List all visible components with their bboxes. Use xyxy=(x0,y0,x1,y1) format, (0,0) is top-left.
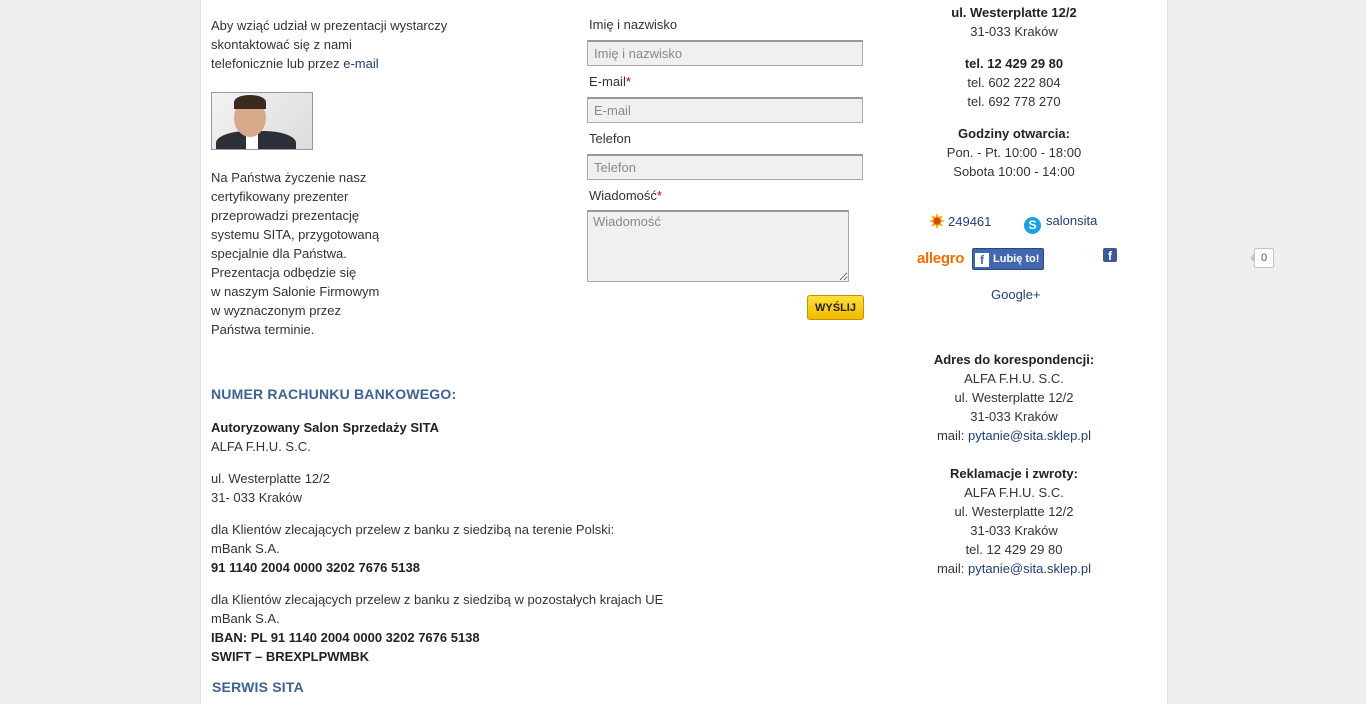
mail-prefix: mail: xyxy=(936,428,968,443)
correspondence-company: ALFA F.H.U. S.C. xyxy=(964,371,1064,386)
main-phone: tel. 12 429 29 80 xyxy=(964,56,1064,71)
send-button[interactable]: WYŚLIJ xyxy=(807,295,864,320)
offer-line: w naszym Salonie Firmowym xyxy=(211,284,380,299)
offer-line: Państwa terminie. xyxy=(211,322,315,337)
eu-iban: IBAN: PL 91 1140 2004 0000 3202 7676 513… xyxy=(211,630,480,645)
offer-line: Na Państwa życzenie nasz xyxy=(211,170,367,185)
mobile-phone-1: tel. 602 222 804 xyxy=(967,75,1061,90)
opening-hours-heading: Godziny otwarcia: xyxy=(958,126,1070,141)
message-label: Wiadomość* xyxy=(589,188,662,203)
allegro-link[interactable]: allegro xyxy=(917,250,964,267)
returns-phone: tel. 12 429 29 80 xyxy=(965,542,1063,557)
bank-eu-block: dla Klientów zlecających przelew z banku… xyxy=(211,590,731,666)
mail-prefix: mail: xyxy=(936,561,968,576)
gadu-gadu-icon xyxy=(929,213,945,229)
photo-hair xyxy=(234,95,266,109)
pl-note: dla Klientów zlecających przelew z banku… xyxy=(211,522,615,537)
returns-heading: Reklamacje i zwroty: xyxy=(950,466,1078,481)
correspondence-street: ul. Westerplatte 12/2 xyxy=(954,390,1074,405)
correspondence-city: 31-033 Kraków xyxy=(970,409,1058,424)
intro-line: Aby wziąć udział w prezentacji wystarczy xyxy=(211,18,448,33)
correspondence-heading: Adres do korespondencji: xyxy=(933,352,1095,367)
phone-label: Telefon xyxy=(589,131,631,146)
contact-column: ul. Westerplatte 12/2 31-033 Kraków tel.… xyxy=(911,3,1117,194)
name-input[interactable] xyxy=(587,40,863,66)
required-mark: * xyxy=(656,188,662,203)
bank-street: ul. Westerplatte 12/2 xyxy=(211,471,330,486)
offer-line: specjalnie dla Państwa. xyxy=(211,246,347,261)
contact-street: ul. Westerplatte 12/2 xyxy=(951,5,1077,20)
service-heading: SERWIS SITA xyxy=(212,679,304,695)
facebook-like-label: Lubię to! xyxy=(993,253,1040,265)
mobile-phone-2: tel. 692 778 270 xyxy=(967,94,1061,109)
gadu-gadu-contact[interactable]: 249461 xyxy=(929,213,991,229)
intro-line: skontaktować się z nami xyxy=(211,37,352,52)
contact-city: 31-033 Kraków xyxy=(970,24,1058,39)
bank-address-block: ul. Westerplatte 12/2 31- 033 Kraków xyxy=(211,469,731,507)
email-label-text: E-mail xyxy=(589,74,626,89)
returns-mail-link[interactable]: pytanie@sita.sklep.pl xyxy=(968,561,1091,576)
company-name: Autoryzowany Salon Sprzedaży SITA xyxy=(211,420,440,435)
bank-company-block: Autoryzowany Salon Sprzedaży SITA ALFA F… xyxy=(211,418,731,456)
returns-city: 31-033 Kraków xyxy=(970,523,1058,538)
bank-details: Autoryzowany Salon Sprzedaży SITA ALFA F… xyxy=(211,418,731,679)
phones-block: tel. 12 429 29 80 tel. 602 222 804 tel. … xyxy=(911,54,1117,111)
returns-block: Reklamacje i zwroty: ALFA F.H.U. S.C. ul… xyxy=(911,464,1117,578)
offer-line: Prezentacja odbędzie się xyxy=(211,265,357,280)
skype-icon: S xyxy=(1024,217,1041,234)
company-sub: ALFA F.H.U. S.C. xyxy=(211,439,311,454)
email-link[interactable]: e-mail xyxy=(343,56,378,71)
offer-line: przeprowadzi prezentację xyxy=(211,208,360,223)
intro-line: telefonicznie lub przez e-mail xyxy=(211,54,471,73)
facebook-icon: f xyxy=(1108,249,1112,263)
correspondence-block: Adres do korespondencji: ALFA F.H.U. S.C… xyxy=(911,350,1117,445)
phone-input[interactable] xyxy=(587,154,863,180)
hours-weekdays: Pon. - Pt. 10:00 - 18:00 xyxy=(946,145,1082,160)
presentation-offer-text: Na Państwa życzenie nasz certyfikowany p… xyxy=(211,168,411,339)
skype-contact[interactable]: Ssalonsita xyxy=(1024,213,1097,234)
eu-bank: mBank S.A. xyxy=(211,611,280,626)
offer-line: systemu SITA, przygotowaną xyxy=(211,227,380,242)
presenter-photo xyxy=(211,92,313,150)
opening-hours-block: Godziny otwarcia: Pon. - Pt. 10:00 - 18:… xyxy=(911,124,1117,181)
page-content: Aby wziąć udział w prezentacji wystarczy… xyxy=(200,0,1274,704)
message-textarea[interactable] xyxy=(587,210,849,282)
email-label: E-mail* xyxy=(589,74,631,89)
facebook-like-count: 0 xyxy=(1250,248,1274,268)
email-input[interactable] xyxy=(587,97,863,123)
offer-line: w wyznaczonym przez xyxy=(211,303,342,318)
bank-city: 31- 033 Kraków xyxy=(211,490,303,505)
facebook-like-button[interactable]: f Lubię to! xyxy=(972,248,1045,270)
correspondence-mail-link[interactable]: pytanie@sita.sklep.pl xyxy=(968,428,1091,443)
hours-saturday: Sobota 10:00 - 14:00 xyxy=(953,164,1075,179)
returns-street: ul. Westerplatte 12/2 xyxy=(954,504,1074,519)
bank-pl-block: dla Klientów zlecających przelew z banku… xyxy=(211,520,731,577)
intro-line-text: telefonicznie lub przez xyxy=(211,56,344,71)
gadu-gadu-number: 249461 xyxy=(948,214,992,229)
facebook-icon: f xyxy=(975,253,989,267)
pl-bank: mBank S.A. xyxy=(211,541,280,556)
skype-name: salonsita xyxy=(1046,213,1098,228)
correspondence-mail: mail: pytanie@sita.sklep.pl xyxy=(911,426,1117,445)
returns-mail: mail: pytanie@sita.sklep.pl xyxy=(911,559,1117,578)
returns-company: ALFA F.H.U. S.C. xyxy=(964,485,1064,500)
bank-account-heading: NUMER RACHUNKU BANKOWEGO: xyxy=(211,386,457,402)
eu-swift: SWIFT – BREXPLPWMBK xyxy=(211,649,370,664)
offer-line: certyfikowany prezenter xyxy=(211,189,349,204)
message-label-text: Wiadomość xyxy=(589,188,657,203)
name-label: Imię i nazwisko xyxy=(589,17,678,32)
required-mark: * xyxy=(625,74,631,89)
google-plus-link[interactable]: Google+ xyxy=(991,287,1041,302)
address-block: ul. Westerplatte 12/2 31-033 Kraków xyxy=(911,3,1117,41)
eu-note: dla Klientów zlecających przelew z banku… xyxy=(211,592,664,607)
intro-text: Aby wziąć udział w prezentacji wystarczy… xyxy=(211,16,471,73)
pl-account-number: 91 1140 2004 0000 3202 7676 5138 xyxy=(211,560,420,575)
facebook-page-link[interactable]: f xyxy=(1103,248,1117,263)
